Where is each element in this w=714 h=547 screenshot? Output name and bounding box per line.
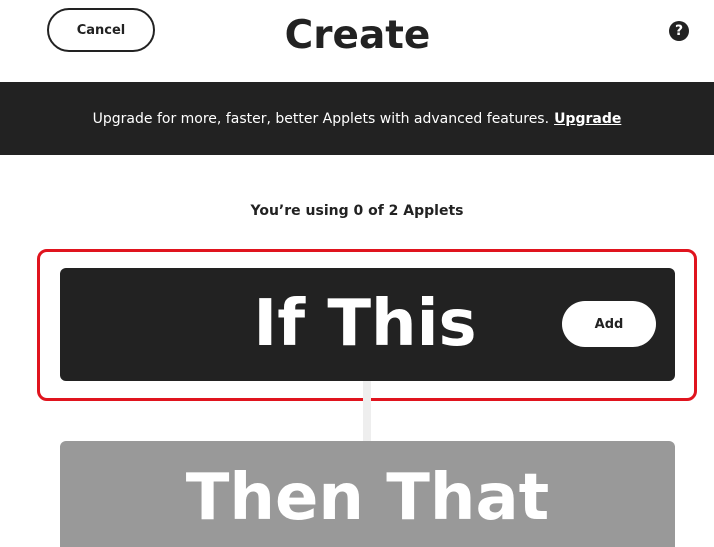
applet-usage-text: You’re using 0 of 2 Applets (250, 203, 464, 219)
cancel-button[interactable]: Cancel (47, 8, 155, 52)
if-this-trigger-card[interactable]: If This Add (60, 268, 675, 381)
then-that-label: Then That (185, 461, 550, 535)
help-icon[interactable]: ? (669, 21, 689, 41)
create-applet-page: Cancel Create ? Upgrade for more, faster… (0, 0, 714, 547)
header-bar: Cancel Create ? (0, 0, 714, 78)
upgrade-banner-message: Upgrade for more, faster, better Applets… (92, 110, 550, 127)
add-trigger-button[interactable]: Add (562, 301, 656, 347)
page-title: Create (284, 13, 431, 58)
then-that-action-card: Then That (60, 441, 675, 547)
if-this-label: If This (253, 287, 477, 361)
step-connector-line (363, 381, 371, 441)
upgrade-banner: Upgrade for more, faster, better Applets… (0, 82, 714, 155)
upgrade-link[interactable]: Upgrade (554, 111, 621, 127)
